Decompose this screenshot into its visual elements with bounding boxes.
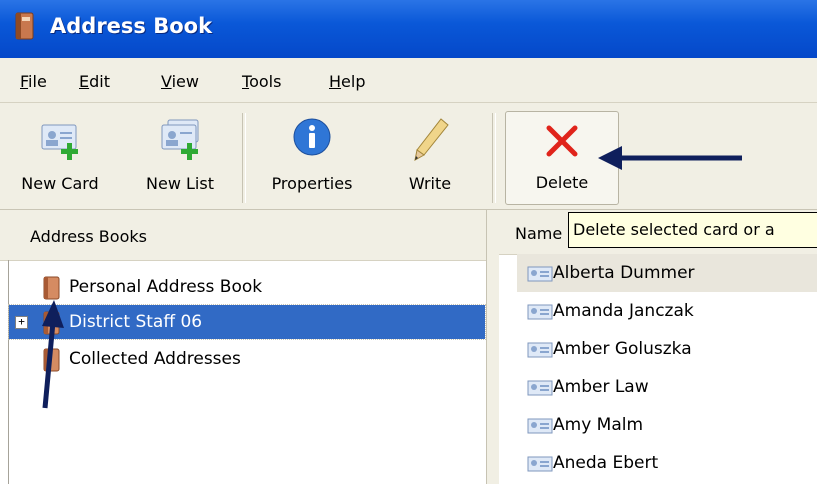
write-label: Write	[408, 174, 452, 193]
new-list-icon	[161, 119, 199, 160]
pane-splitter[interactable]	[486, 210, 500, 484]
contact-name: Amber Goluszka	[553, 339, 692, 359]
address-book-icon	[43, 276, 60, 300]
tree-item-personal-address-book[interactable]: Personal Address Book	[9, 270, 485, 304]
tree-item-collected-addresses[interactable]: Collected Addresses	[9, 342, 485, 376]
menu-tools[interactable]: Tools	[242, 72, 281, 91]
contact-name: Amy Malm	[553, 415, 644, 435]
annotation-arrow-delete	[598, 146, 742, 170]
new-card-label: New Card	[21, 174, 99, 193]
delete-x-icon	[546, 125, 578, 157]
menu-edit[interactable]: Edit	[79, 72, 110, 91]
contact-card-icon	[527, 418, 553, 434]
contact-row[interactable]: Amy Malm	[517, 406, 817, 444]
address-books-header: Address Books	[0, 210, 486, 261]
toolbar-separator	[492, 113, 496, 203]
tree-item-label: District Staff 06	[69, 312, 203, 332]
toolbar-separator	[242, 113, 246, 203]
annotation-arrow-district-staff	[42, 300, 64, 409]
delete-tooltip: Delete selected card or a	[568, 212, 817, 248]
window-title: Address Book	[50, 14, 213, 38]
contact-row[interactable]: Alberta Dummer	[517, 254, 817, 292]
address-books-header-label: Address Books	[30, 227, 147, 246]
contacts-pane: Name Alberta Dummer Amanda Janczak Amber…	[499, 210, 817, 484]
expand-icon[interactable]: +	[15, 316, 28, 329]
contact-name: Aneda Ebert	[553, 453, 659, 473]
pencil-icon	[414, 118, 449, 161]
menu-file[interactable]: File	[20, 72, 47, 91]
tree-item-label: Personal Address Book	[69, 277, 263, 297]
contact-card-icon	[527, 266, 553, 282]
contact-row[interactable]: Amber Goluszka	[517, 330, 817, 368]
menu-bar: File Edit View Tools Help	[0, 58, 817, 103]
address-book-icon	[15, 12, 34, 40]
address-books-tree: Personal Address Book + District Staff 0…	[8, 260, 487, 484]
contact-card-icon	[527, 380, 553, 396]
new-list-label: New List	[146, 174, 214, 193]
contact-row[interactable]: Amber Law	[517, 368, 817, 406]
contact-card-icon	[527, 456, 553, 472]
new-list-button[interactable]: New List	[128, 103, 232, 207]
contact-card-icon	[527, 304, 553, 320]
contact-row[interactable]: Amanda Janczak	[517, 292, 817, 330]
info-icon	[293, 118, 331, 156]
tree-item-district-staff-06[interactable]: + District Staff 06	[8, 304, 486, 340]
contact-name: Alberta Dummer	[553, 263, 695, 283]
contact-name: Amanda Janczak	[553, 301, 694, 321]
title-bar: Address Book	[0, 0, 817, 58]
properties-button[interactable]: Properties	[252, 103, 372, 207]
contact-name: Amber Law	[553, 377, 649, 397]
contact-row[interactable]: Aneda Ebert	[517, 444, 817, 482]
tree-item-label: Collected Addresses	[69, 349, 241, 369]
new-card-button[interactable]: New Card	[8, 103, 112, 207]
address-books-pane: Address Books Personal Address Book + Di…	[0, 210, 486, 484]
new-card-icon	[41, 124, 78, 160]
menu-help[interactable]: Help	[329, 72, 365, 91]
menu-view[interactable]: View	[161, 72, 199, 91]
properties-label: Properties	[271, 174, 353, 193]
write-button[interactable]: Write	[388, 103, 472, 207]
contact-card-icon	[527, 342, 553, 358]
name-column-label: Name	[515, 224, 563, 243]
